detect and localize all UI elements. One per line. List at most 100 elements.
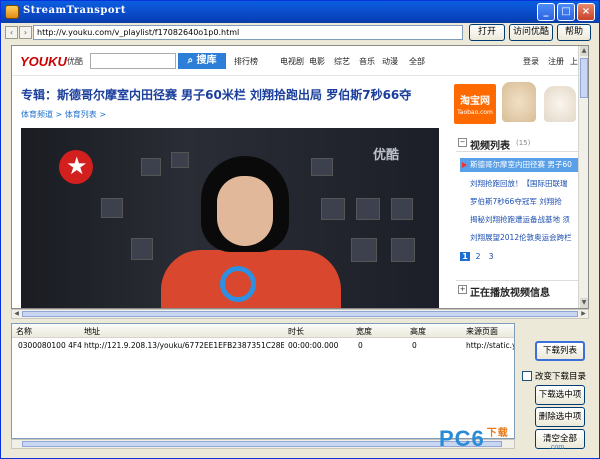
column-source[interactable]: 来源页面 (466, 326, 498, 337)
nav-item-ranking[interactable]: 排行榜 (234, 56, 258, 67)
scroll-up-icon[interactable]: ▲ (580, 46, 588, 56)
star-icon: ★ (66, 152, 88, 180)
nav-item-tv[interactable]: 电视剧 (280, 56, 304, 67)
video-list-count: (15) (516, 139, 531, 147)
video-list-item-label: 刘翔展望2012伦敦奥运会跨栏 (470, 233, 572, 242)
column-height[interactable]: 高度 (410, 326, 426, 337)
scroll-thumb[interactable] (22, 441, 502, 447)
video-list-title: 视频列表 (470, 141, 510, 152)
nav-item-variety[interactable]: 综艺 (334, 56, 350, 67)
page-1[interactable]: 1 (460, 252, 470, 261)
video-list-item[interactable]: 揭秘刘翔抢跑遭运备战基地 须 (460, 213, 584, 227)
background-screen (311, 158, 333, 176)
play-icon (462, 162, 467, 168)
album-title: 专辑：斯德哥尔摩室内田径赛 男子60米栏 刘翔拾跑出局 罗伯斯7秒66夺 (21, 88, 412, 102)
background-screen (356, 198, 380, 220)
address-toolbar: ‹ › http://v.youku.com/v_playlist/f17082… (1, 23, 599, 43)
pagination: 123 (460, 252, 499, 261)
taobao-ad[interactable]: 淘宝网 Taobao.com (454, 84, 496, 124)
search-input[interactable] (90, 53, 176, 69)
download-table-header: 名称 地址 时长 宽度 高度 来源页面 (12, 324, 514, 338)
page-3[interactable]: 3 (486, 252, 496, 261)
cell-width: 0 (358, 341, 363, 350)
video-list-item-label: 刘翔抢跑回放！【国际田联瑞 (470, 179, 568, 188)
pc6-cn-text: 下载 (486, 428, 509, 439)
download-table: 名称 地址 时长 宽度 高度 来源页面 0300080100 4F4... ht… (11, 323, 515, 439)
ad-product-image[interactable] (502, 82, 536, 122)
search-icon: ⌕ (187, 55, 194, 66)
breadcrumb: 体育频道 > 体育列表 > (21, 109, 106, 120)
forward-button[interactable]: › (19, 26, 32, 39)
loading-spinner-icon (220, 266, 256, 302)
search-button-label: 搜库 (196, 55, 217, 66)
column-address[interactable]: 地址 (84, 326, 100, 337)
nav-item-anime[interactable]: 动漫 (382, 56, 398, 67)
youku-logo-cn: 优酷 (67, 57, 83, 66)
delete-selected-button[interactable]: 删除选中项 (535, 407, 585, 427)
download-selected-button[interactable]: 下载选中项 (535, 385, 585, 405)
youku-header: YOUKU 优酷 ⌕ 搜库 排行榜 电视剧 电影 综艺 音乐 动漫 全部 登录 … (12, 46, 588, 76)
video-list-item[interactable]: 罗伯斯7秒66夺冠军 刘翔抢 (460, 195, 584, 209)
background-screen (131, 238, 153, 260)
title-bar: StreamTransport _ □ × (1, 1, 599, 23)
collapse-icon[interactable]: − (458, 138, 467, 147)
minimize-button[interactable]: _ (537, 3, 555, 21)
change-dir-checkbox[interactable] (522, 371, 532, 381)
scroll-left-icon[interactable]: ◀ (12, 310, 21, 318)
nav-item-movie[interactable]: 电影 (309, 56, 325, 67)
scroll-thumb[interactable] (580, 58, 588, 98)
nav-item-all[interactable]: 全部 (409, 56, 425, 67)
scroll-down-icon[interactable]: ▼ (580, 298, 588, 308)
app-icon (5, 5, 19, 19)
background-screen (391, 198, 413, 220)
video-player[interactable]: ★ 优酷 (21, 128, 439, 308)
youku-watermark: 优酷 (373, 148, 400, 163)
register-link[interactable]: 注册 (548, 56, 564, 67)
background-screen (171, 152, 189, 168)
cell-height: 0 (412, 341, 417, 350)
video-list-header[interactable]: − 视频列表 (15) (456, 134, 578, 152)
download-list-button[interactable]: 下载列表 (535, 341, 585, 361)
taobao-name: 淘宝网 (460, 96, 490, 107)
scroll-thumb[interactable] (22, 311, 578, 317)
background-screen (351, 238, 377, 262)
column-name[interactable]: 名称 (16, 326, 32, 337)
page-2[interactable]: 2 (473, 252, 483, 261)
now-playing-header[interactable]: + 正在播放视频信息 (456, 280, 578, 299)
youku-logo[interactable]: YOUKU (20, 54, 67, 69)
video-list-item[interactable]: 刘翔展望2012伦敦奥运会跨栏 (460, 231, 584, 245)
login-link[interactable]: 登录 (523, 56, 539, 67)
video-list-item[interactable]: 刘翔抢跑回放！【国际田联瑞 (460, 177, 584, 191)
close-button[interactable]: × (577, 3, 595, 21)
visit-youku-button[interactable]: 访问优酷 (509, 24, 553, 41)
nav-item-music[interactable]: 音乐 (359, 56, 375, 67)
cell-address: http://121.9.208.13/youku/6772EE1EFB2387… (84, 341, 284, 350)
pc6-text: PC6 (439, 426, 485, 451)
background-screen (101, 198, 123, 218)
news-anchor-face (217, 176, 273, 246)
cell-duration: 00:00:00.000 (288, 341, 339, 350)
video-list-item-label: 揭秘刘翔抢跑遭运备战基地 须 (470, 215, 570, 224)
crumb-sports[interactable]: 体育频道 (21, 110, 53, 119)
maximize-button[interactable]: □ (557, 3, 575, 21)
change-dir-label: 改变下载目录 (535, 372, 587, 382)
column-width[interactable]: 宽度 (356, 326, 372, 337)
back-button[interactable]: ‹ (5, 26, 18, 39)
browser-vertical-scrollbar[interactable]: ▲ ▼ (578, 46, 588, 308)
crumb-separator: > (99, 110, 107, 119)
scroll-right-icon[interactable]: ▶ (579, 310, 588, 318)
ad-product-image[interactable] (544, 86, 576, 122)
open-button[interactable]: 打开 (469, 24, 505, 41)
url-input[interactable]: http://v.youku.com/v_playlist/f17082640o… (33, 25, 463, 40)
column-duration[interactable]: 时长 (288, 326, 304, 337)
video-list-item[interactable]: 斯德哥尔摩室内田径赛 男子60 (460, 158, 584, 172)
browser-horizontal-scrollbar[interactable]: ◀ ▶ (11, 309, 589, 319)
window-title: StreamTransport (23, 5, 126, 16)
search-button[interactable]: ⌕ 搜库 (178, 53, 226, 69)
cell-name: 0300080100 4F4... (18, 341, 82, 350)
browser-view: YOUKU 优酷 ⌕ 搜库 排行榜 电视剧 电影 综艺 音乐 动漫 全部 登录 … (11, 45, 589, 309)
crumb-sports-list[interactable]: 体育列表 (65, 110, 97, 119)
help-button[interactable]: 帮助 (557, 24, 591, 41)
pc6-watermark-logo: PC6 下载 (439, 426, 509, 452)
expand-icon[interactable]: + (458, 285, 467, 294)
